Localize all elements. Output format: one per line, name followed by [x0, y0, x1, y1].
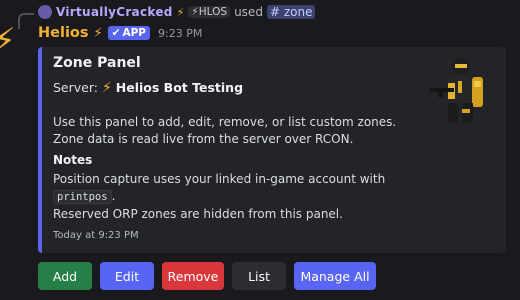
notes-body: Position capture uses your linked in-gam… — [53, 171, 385, 223]
command-name: zone — [283, 5, 313, 19]
reply-used-text: used — [234, 5, 263, 19]
description-line: Zone data is read live from the server o… — [53, 132, 354, 146]
embed-description: Use this panel to add, edit, remove, or … — [53, 114, 396, 148]
remove-button[interactable]: Remove — [162, 262, 224, 290]
message-timestamp[interactable]: 9:23 PM — [158, 27, 202, 40]
notes-line: printpos. — [53, 188, 385, 206]
manage-all-button[interactable]: Manage All — [294, 262, 376, 290]
server-tag: ⚡HLOS — [188, 6, 231, 18]
checkmark-icon: ✔ — [111, 27, 121, 39]
inline-code: printpos — [53, 190, 112, 204]
hashtag-icon: # — [269, 5, 280, 19]
action-buttons-row: Add Edit Remove List Manage All — [38, 262, 376, 290]
author-name[interactable]: Helios — [38, 25, 89, 41]
edit-button[interactable]: Edit — [100, 262, 154, 290]
notes-heading: Notes — [53, 153, 93, 167]
app-badge: ✔ APP — [107, 26, 150, 40]
server-label: Server: — [53, 80, 98, 95]
notes-line: Reserved ORP zones are hidden from this … — [53, 207, 343, 221]
reply-reference[interactable]: VirtuallyCracked ⚡ ⚡HLOS used # zone — [38, 3, 316, 21]
server-name: Helios Bot Testing — [115, 80, 244, 95]
description-line: Use this panel to add, edit, remove, or … — [53, 115, 397, 129]
message-header: Helios ⚡ ✔ APP 9:23 PM — [38, 24, 202, 42]
lightning-icon: ⚡ — [101, 80, 112, 96]
list-button[interactable]: List — [232, 262, 286, 290]
embed-server-line: Server: ⚡ Helios Bot Testing — [53, 80, 243, 96]
reply-username[interactable]: VirtuallyCracked — [56, 5, 173, 19]
embed-title: Zone Panel — [53, 55, 141, 71]
reply-avatar[interactable] — [38, 5, 52, 19]
lightning-icon: ⚡ — [176, 5, 185, 19]
add-button[interactable]: Add — [38, 262, 92, 290]
app-badge-label: APP — [122, 27, 146, 39]
lightning-icon: ⚡ — [93, 25, 103, 41]
embed-footer-timestamp: Today at 9:23 PM — [53, 230, 139, 241]
embed-thumbnail-soldier-image[interactable] — [428, 53, 494, 125]
notes-line: Position capture uses your linked in-gam… — [53, 172, 386, 186]
slash-command-mention[interactable]: # zone — [266, 5, 316, 19]
notes-line-suffix: . — [111, 189, 116, 203]
bot-avatar-lightning-icon[interactable]: ⚡ — [0, 24, 16, 58]
zone-panel-embed: Zone Panel Server: ⚡ Helios Bot Testing … — [38, 47, 506, 253]
reply-connector — [18, 13, 34, 29]
